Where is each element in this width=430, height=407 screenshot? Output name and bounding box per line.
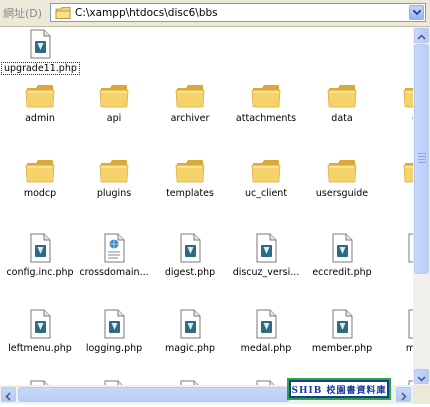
item-label: config.inc.php xyxy=(6,267,74,278)
folder-item[interactable] xyxy=(380,158,413,188)
item-label: logging.php xyxy=(85,343,143,354)
php-file-icon xyxy=(30,29,51,59)
item-label: leftmenu.php xyxy=(8,343,72,354)
horizontal-scroll-thumb[interactable] xyxy=(18,387,290,402)
folder-item[interactable]: usersguide xyxy=(304,158,380,199)
chevron-down-icon xyxy=(417,376,426,382)
php-file-icon xyxy=(408,233,413,263)
item-label: modcp xyxy=(23,188,57,199)
folder-icon xyxy=(251,85,281,108)
item-label: crossdomain... xyxy=(79,267,149,278)
item-label: de xyxy=(380,113,413,124)
folder-item[interactable]: attachments xyxy=(228,83,304,124)
folder-item[interactable]: uc_client xyxy=(228,158,304,199)
folder-icon xyxy=(403,163,413,183)
folder-item[interactable]: modcp xyxy=(2,158,78,199)
vertical-scroll-thumb[interactable] xyxy=(414,44,429,274)
item-label: fa xyxy=(380,267,413,278)
watermark-text: SHIB 校園書資料庫 xyxy=(291,385,387,396)
folder-icon xyxy=(99,85,129,108)
item-label: plugins xyxy=(96,188,132,199)
scrollbar-corner xyxy=(413,385,430,404)
file-item[interactable]: config.inc.php xyxy=(2,233,78,278)
item-label: discuz_versi... xyxy=(232,267,300,278)
item-label: data xyxy=(331,113,353,124)
address-dropdown-button[interactable] xyxy=(409,5,424,20)
file-item[interactable]: eccredit.php xyxy=(304,233,380,278)
item-label: uc_client xyxy=(244,188,288,199)
folder-item[interactable]: archiver xyxy=(152,83,228,124)
folder-icon xyxy=(175,160,205,183)
php-file-icon xyxy=(30,233,51,263)
item-label: templates xyxy=(166,188,214,199)
folder-item[interactable]: plugins xyxy=(76,158,152,199)
file-item[interactable]: discuz_versi... xyxy=(228,233,304,278)
item-label: magic.php xyxy=(164,343,216,354)
scroll-right-button[interactable] xyxy=(396,387,411,402)
item-label: digest.php xyxy=(164,267,216,278)
file-item[interactable]: logging.php xyxy=(76,309,152,354)
vertical-scrollbar[interactable] xyxy=(413,27,430,385)
chevron-left-icon xyxy=(5,392,11,401)
php-file-icon xyxy=(256,309,277,339)
scroll-down-button[interactable] xyxy=(414,369,429,384)
item-label: upgrade11.php xyxy=(1,62,80,75)
folder-item[interactable]: api xyxy=(76,83,152,124)
watermark-logo: SHIB 校園書資料庫 xyxy=(287,378,391,400)
address-label: 網址(D) xyxy=(3,7,43,20)
address-path: C:\xampp\htdocs\disc6\bbs xyxy=(75,7,218,19)
chevron-up-icon xyxy=(417,34,426,40)
php-file-icon xyxy=(332,309,353,339)
php-file-icon xyxy=(30,309,51,339)
file-item[interactable]: crossdomain... xyxy=(76,233,152,278)
folder-icon xyxy=(403,88,413,108)
folder-item[interactable]: data xyxy=(304,83,380,124)
address-input[interactable]: C:\xampp\htdocs\disc6\bbs xyxy=(50,3,426,22)
folder-icon xyxy=(251,160,281,183)
address-bar: 網址(D) C:\xampp\htdocs\disc6\bbs xyxy=(0,0,430,27)
item-label: archiver xyxy=(170,113,210,124)
php-file-icon xyxy=(104,309,125,339)
php-file-icon xyxy=(332,233,353,263)
file-item[interactable]: member.php xyxy=(304,309,380,354)
folder-icon xyxy=(25,85,55,108)
item-label: medal.php xyxy=(240,343,292,354)
item-label: usersguide xyxy=(315,188,369,199)
xml-file-icon xyxy=(104,233,125,263)
item-label: admin xyxy=(25,113,55,124)
folder-icon xyxy=(55,7,71,19)
chevron-right-icon xyxy=(401,392,407,401)
scroll-left-button[interactable] xyxy=(1,387,16,402)
folder-icon xyxy=(25,160,55,183)
folder-item[interactable]: templates xyxy=(152,158,228,199)
file-item[interactable]: mem xyxy=(380,309,413,354)
php-file-icon xyxy=(408,309,413,339)
folder-icon xyxy=(327,85,357,108)
item-label: api xyxy=(106,113,122,124)
file-list: upgrade11.php admin api archiver attachments… xyxy=(0,27,413,385)
file-item[interactable]: medal.php xyxy=(228,309,304,354)
file-item[interactable]: magic.php xyxy=(152,309,228,354)
php-file-icon xyxy=(180,233,201,263)
folder-item[interactable]: admin xyxy=(2,83,78,124)
file-item[interactable]: leftmenu.php xyxy=(2,309,78,354)
folder-icon xyxy=(175,85,205,108)
item-label: eccredit.php xyxy=(312,267,372,278)
folder-item[interactable]: de xyxy=(380,83,413,124)
php-file-icon xyxy=(180,309,201,339)
chevron-down-icon xyxy=(413,10,421,15)
folder-icon xyxy=(327,160,357,183)
file-item[interactable]: digest.php xyxy=(152,233,228,278)
scroll-up-button[interactable] xyxy=(414,28,429,43)
php-file-icon xyxy=(256,233,277,263)
item-label: attachments xyxy=(235,113,297,124)
folder-icon xyxy=(99,160,129,183)
file-item[interactable]: fa xyxy=(380,233,413,278)
file-item[interactable]: upgrade11.php xyxy=(1,29,80,78)
item-label: mem xyxy=(405,343,413,354)
item-label: member.php xyxy=(311,343,373,354)
